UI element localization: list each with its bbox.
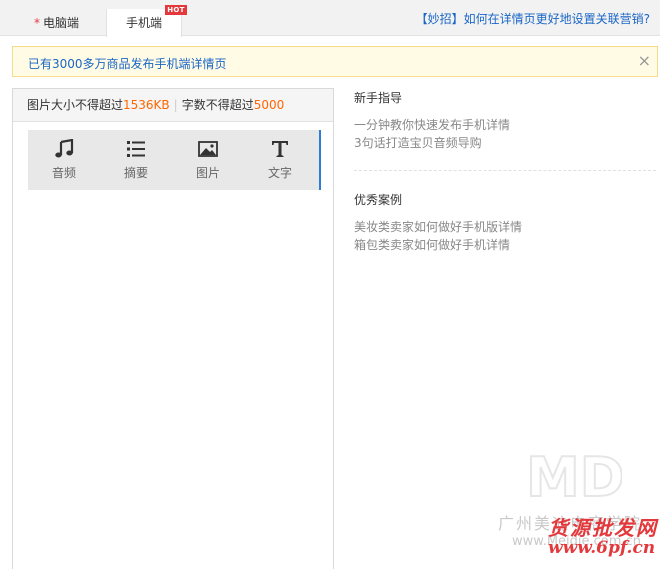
case-link[interactable]: 箱包类卖家如何做好手机详情 <box>354 236 510 253</box>
tab-mobile-label: 手机端 <box>125 16 162 30</box>
cases-title: 优秀案例 <box>354 193 403 207</box>
audio-label: 音频 <box>51 166 76 180</box>
image-limit-label: 图片大小不得超过 <box>27 98 124 112</box>
image-label: 图片 <box>195 166 220 180</box>
guide-link[interactable]: 3句话打造宝贝音频导购 <box>354 134 482 151</box>
image-icon <box>198 141 218 157</box>
summary-label: 摘要 <box>123 166 148 180</box>
required-mark: * <box>34 16 40 30</box>
marketing-tip-link[interactable]: 【妙招】如何在详情页更好地设置关联营销? <box>416 10 650 27</box>
text-label: 文字 <box>267 166 292 180</box>
audio-module-button[interactable]: 音频 <box>28 130 100 190</box>
list-icon <box>127 141 145 157</box>
notice-bar: 已有3000多万商品发布手机端详情页 × <box>12 46 658 77</box>
limit-separator: | <box>173 98 178 112</box>
watermark-logo: MD <box>525 446 622 504</box>
image-module-button[interactable]: 图片 <box>172 130 244 190</box>
tab-pc-label: 电脑端 <box>43 16 80 30</box>
guide-link[interactable]: 一分钟教你快速发布手机详情 <box>354 116 510 133</box>
text-limit-value: 5000 <box>253 98 285 112</box>
case-link[interactable]: 美妆类卖家如何做好手机版详情 <box>354 218 522 235</box>
mobile-detail-editor: 图片大小不得超过1536KB | 字数不得超过5000 音频 摘要 图片 文字 <box>12 88 334 569</box>
music-note-icon <box>55 139 74 158</box>
editor-limits: 图片大小不得超过1536KB | 字数不得超过5000 <box>13 89 333 122</box>
watermark-overlay-url: www.6pf.cn <box>548 538 656 558</box>
tab-bar: * 电脑端 手机端 HOT 【妙招】如何在详情页更好地设置关联营销? <box>0 0 660 37</box>
close-icon[interactable]: × <box>638 52 651 70</box>
watermark-logo-text: MD <box>526 446 622 504</box>
text-limit-label: 字数不得超过 <box>181 98 254 112</box>
divider <box>354 170 656 171</box>
watermark-overlay-title: 货源批发网 <box>548 516 658 540</box>
newbie-guide-title: 新手指导 <box>354 91 403 105</box>
image-limit-value: 1536KB <box>123 98 170 112</box>
notice-text: 已有3000多万商品发布手机端详情页 <box>28 57 227 71</box>
summary-module-button[interactable]: 摘要 <box>100 130 172 190</box>
hot-badge: HOT <box>165 5 187 15</box>
tab-pc[interactable]: * 电脑端 <box>22 9 102 36</box>
module-toolbar: 音频 摘要 图片 文字 <box>28 130 321 190</box>
text-t-icon <box>272 141 288 157</box>
text-module-button[interactable]: 文字 <box>244 130 316 190</box>
